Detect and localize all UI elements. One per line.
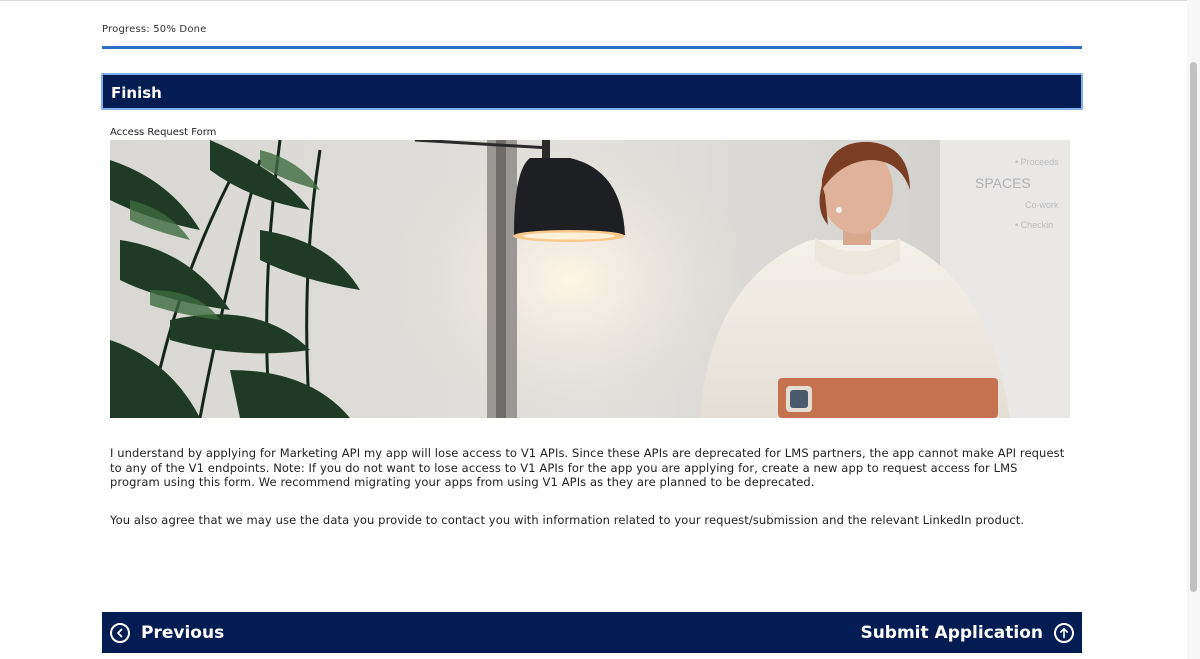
svg-text:SPACES: SPACES	[975, 175, 1031, 191]
form-title: Access Request Form	[110, 127, 217, 138]
progress-label: Progress: 50% Done	[102, 24, 207, 35]
scrollbar-thumb[interactable]	[1190, 62, 1197, 592]
svg-text:Co-work: Co-work	[1025, 200, 1059, 210]
scrollbar[interactable]	[1187, 0, 1200, 659]
hero-image: SPACES • Proceeds Co-work • Checkin	[110, 140, 1070, 418]
progress-fill	[102, 46, 1082, 49]
consent-paragraph: I understand by applying for Marketing A…	[110, 446, 1065, 489]
svg-text:• Proceeds: • Proceeds	[1015, 157, 1059, 167]
form-navigation-bar: Previous Submit Application	[102, 612, 1082, 653]
section-title: Finish	[111, 84, 162, 102]
previous-button[interactable]: Previous	[110, 612, 224, 653]
submit-application-button[interactable]: Submit Application	[860, 612, 1074, 653]
chevron-left-circle-icon	[110, 622, 130, 643]
top-divider	[0, 0, 1200, 1]
previous-label: Previous	[141, 622, 225, 643]
section-header: Finish	[101, 73, 1083, 110]
svg-text:• Checkin: • Checkin	[1015, 220, 1053, 230]
progress-bar	[102, 46, 1082, 49]
arrow-up-circle-icon	[1054, 622, 1074, 643]
data-usage-paragraph: You also agree that we may use the data …	[110, 513, 1025, 527]
submit-label: Submit Application	[860, 622, 1043, 643]
